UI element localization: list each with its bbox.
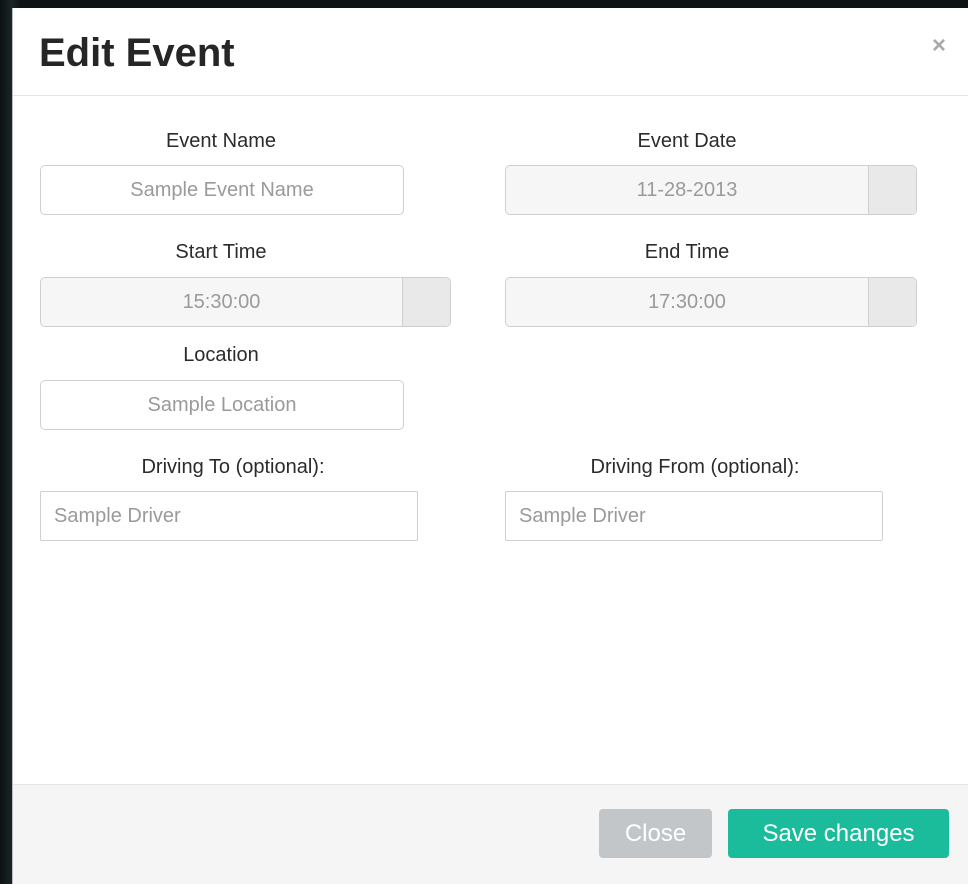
driving-from-label: Driving From (optional): xyxy=(590,456,800,478)
close-button[interactable]: Close xyxy=(599,809,712,858)
location-label: Location xyxy=(183,344,259,366)
event-name-label: Event Name xyxy=(165,130,277,152)
driving-to-label: Driving To (optional): xyxy=(141,456,325,478)
save-changes-button[interactable]: Save changes xyxy=(728,809,949,858)
start-time-field xyxy=(40,277,451,327)
event-date-input[interactable] xyxy=(506,166,868,214)
start-time-input[interactable] xyxy=(41,278,402,326)
clock-icon[interactable] xyxy=(402,278,450,326)
modal-header: Edit Event × xyxy=(13,8,968,96)
driving-from-input[interactable] xyxy=(506,492,882,540)
calendar-icon[interactable] xyxy=(868,166,916,214)
driving-to-input[interactable] xyxy=(41,492,417,540)
modal-title: Edit Event xyxy=(39,31,235,75)
location-input[interactable] xyxy=(41,381,403,429)
event-name-input[interactable] xyxy=(41,166,403,214)
driving-to-field xyxy=(40,491,418,541)
event-date-label: Event Date xyxy=(637,130,737,152)
end-time-field xyxy=(505,277,917,327)
event-date-field xyxy=(505,165,917,215)
location-field xyxy=(40,380,404,430)
end-time-label: End Time xyxy=(644,241,730,263)
end-time-input[interactable] xyxy=(506,278,868,326)
event-name-field xyxy=(40,165,404,215)
start-time-label: Start Time xyxy=(175,241,267,263)
edit-event-modal: Edit Event × Event Name Event Date Start… xyxy=(12,8,968,884)
close-icon[interactable]: × xyxy=(932,34,946,58)
modal-footer: Close Save changes xyxy=(13,784,968,884)
clock-icon[interactable] xyxy=(868,278,916,326)
driving-from-field xyxy=(505,491,883,541)
